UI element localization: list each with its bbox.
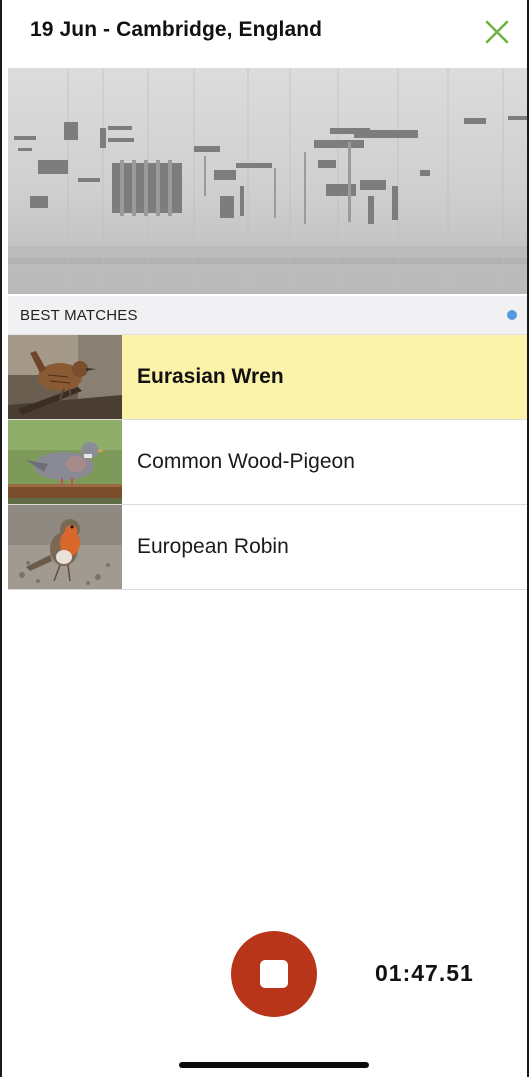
match-name: Common Wood-Pigeon xyxy=(137,450,355,473)
match-name: Eurasian Wren xyxy=(137,365,284,388)
app-frame: 19 Jun - Cambridge, England BEST MATCHES… xyxy=(0,0,529,1077)
section-label: BEST MATCHES xyxy=(20,307,138,324)
matches-list: Eurasian Wren Common Wood-Pigeon Europea… xyxy=(8,335,527,590)
page-title: 19 Jun - Cambridge, England xyxy=(30,18,323,41)
match-name: European Robin xyxy=(137,535,289,558)
close-button[interactable] xyxy=(481,16,513,48)
spectrogram[interactable] xyxy=(8,68,527,294)
european-robin-photo xyxy=(8,505,122,589)
stop-icon xyxy=(260,960,288,988)
match-row-common-wood-pigeon[interactable]: Common Wood-Pigeon xyxy=(8,420,527,505)
match-row-european-robin[interactable]: European Robin xyxy=(8,505,527,590)
header: 19 Jun - Cambridge, England xyxy=(2,0,527,66)
eurasian-wren-photo xyxy=(8,335,122,419)
home-indicator[interactable] xyxy=(179,1062,369,1068)
match-row-eurasian-wren[interactable]: Eurasian Wren xyxy=(8,335,527,420)
stop-recording-button[interactable] xyxy=(231,931,317,1017)
status-dot-icon xyxy=(507,310,517,320)
common-wood-pigeon-photo xyxy=(8,420,122,504)
close-x-icon xyxy=(485,20,509,44)
best-matches-header: BEST MATCHES xyxy=(8,296,527,335)
elapsed-timer: 01:47.51 xyxy=(375,960,474,986)
